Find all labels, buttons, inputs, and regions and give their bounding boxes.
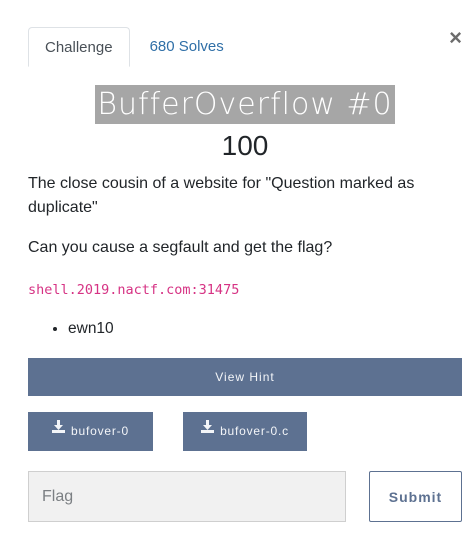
challenge-points: 100 bbox=[221, 130, 269, 161]
download-icon bbox=[201, 410, 215, 449]
tab-bar: Challenge 680 Solves bbox=[28, 27, 240, 68]
tag-list: ewn10 bbox=[28, 317, 114, 341]
challenge-question: Can you cause a segfault and get the fla… bbox=[28, 239, 333, 256]
challenge-title: BufferOverflow #0 bbox=[95, 85, 395, 124]
connection-string: shell.2019.nactf.com:31475 bbox=[28, 282, 240, 298]
view-hint-button[interactable]: View Hint bbox=[28, 358, 462, 396]
submit-button[interactable]: Submit bbox=[369, 471, 462, 522]
flag-input[interactable] bbox=[28, 471, 346, 522]
download-icon bbox=[52, 410, 66, 449]
challenge-modal: Challenge 680 Solves × BufferOverflow #0… bbox=[0, 0, 474, 545]
file-label: bufover-0 bbox=[71, 424, 129, 438]
download-file-button[interactable]: bufover-0 bbox=[28, 412, 153, 451]
close-icon[interactable]: × bbox=[449, 24, 462, 52]
tab-challenge[interactable]: Challenge bbox=[28, 27, 130, 67]
tag-item: ewn10 bbox=[68, 317, 114, 341]
file-label: bufover-0.c bbox=[220, 424, 289, 438]
tab-solves[interactable]: 680 Solves bbox=[130, 27, 240, 67]
download-file-button[interactable]: bufover-0.c bbox=[183, 412, 307, 451]
title-container: BufferOverflow #0 bbox=[0, 85, 474, 124]
challenge-description: The close cousin of a website for "Quest… bbox=[28, 175, 415, 216]
